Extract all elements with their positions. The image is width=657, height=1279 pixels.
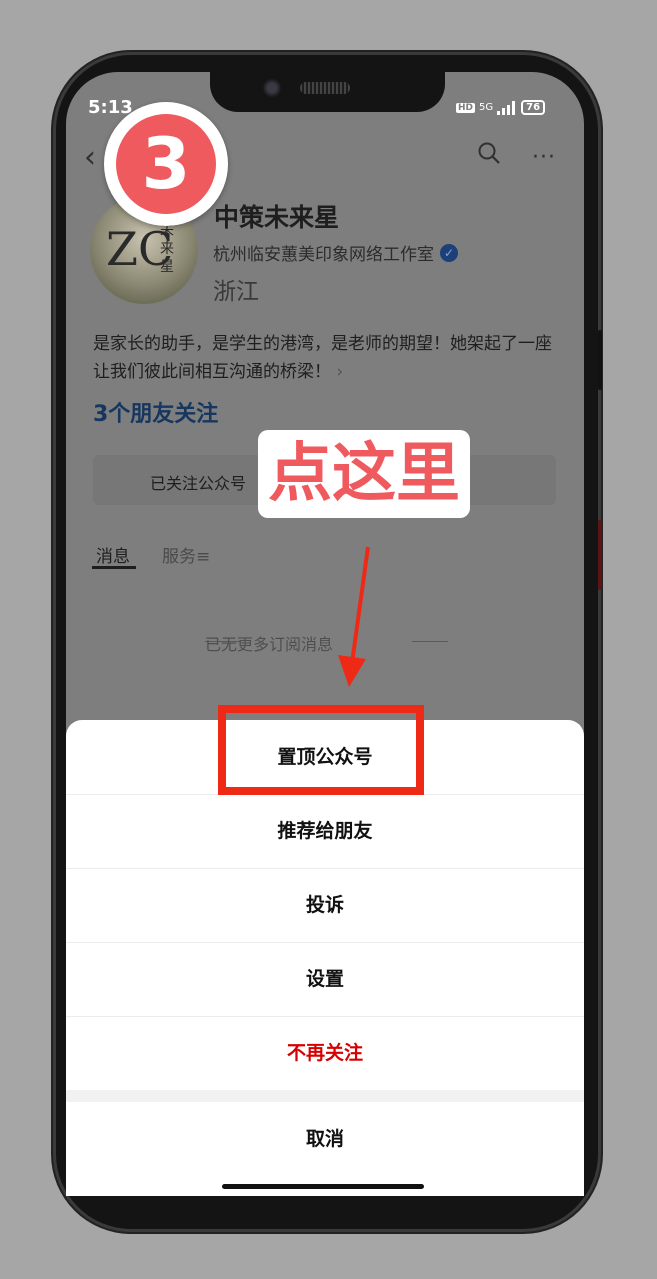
pointer-arrow-icon: [338, 546, 370, 687]
volume-button: [598, 330, 602, 390]
search-icon[interactable]: [478, 142, 500, 164]
chevron-left-icon[interactable]: ‹: [84, 140, 96, 175]
description-text: 是家长的助手，是学生的港湾，是老师的期望！她架起了一座让我们彼此间相互沟通的桥梁…: [93, 334, 552, 382]
power-button: [598, 520, 602, 590]
friends-following[interactable]: 3个朋友关注: [93, 396, 218, 428]
recommend-to-friend-option[interactable]: 推荐给朋友: [66, 794, 584, 869]
callout-label: 点这里: [258, 430, 470, 518]
hd-badge: HD: [456, 102, 476, 113]
settings-option[interactable]: 设置: [66, 942, 584, 1017]
network-label: 5G: [479, 102, 494, 113]
complain-option[interactable]: 投诉: [66, 868, 584, 943]
sheet-separator: [66, 1090, 584, 1102]
battery-level: 76: [521, 100, 546, 115]
account-name: 中策未来星: [214, 203, 340, 232]
account-region: 浙江: [213, 279, 259, 305]
follow-status-label: 已关注公众号: [150, 474, 247, 493]
speaker-grille: [300, 82, 350, 94]
chevron-right-icon: ›: [336, 362, 344, 382]
divider-right: [412, 641, 448, 642]
active-tab-indicator: [92, 566, 136, 569]
verified-check-icon: ✓: [440, 243, 458, 262]
cancel-button[interactable]: 取消: [66, 1102, 584, 1176]
organization-label: 杭州临安蕙美印象网络工作室: [213, 245, 434, 265]
account-description[interactable]: 是家长的助手，是学生的港湾，是老师的期望！她架起了一座让我们彼此间相互沟通的桥梁…: [93, 330, 563, 386]
home-indicator[interactable]: [222, 1184, 424, 1189]
step-number: 3: [116, 114, 216, 214]
camera-icon: [262, 78, 282, 98]
status-indicators: HD 5G 76: [456, 100, 546, 115]
highlight-box: [218, 705, 424, 795]
tab-messages[interactable]: 消息: [96, 542, 130, 567]
signal-icon: [497, 100, 516, 115]
account-organization[interactable]: 杭州临安蕙美印象网络工作室 ✓: [213, 240, 458, 265]
avatar-logo-subtext: 未来星: [160, 223, 174, 275]
tab-services[interactable]: 服务≡: [162, 542, 210, 567]
empty-subscription-note: 已无更多订阅消息: [205, 635, 334, 654]
step-badge: 3: [104, 102, 228, 226]
more-dots-icon[interactable]: ···: [532, 145, 556, 170]
unfollow-option[interactable]: 不再关注: [66, 1016, 584, 1090]
